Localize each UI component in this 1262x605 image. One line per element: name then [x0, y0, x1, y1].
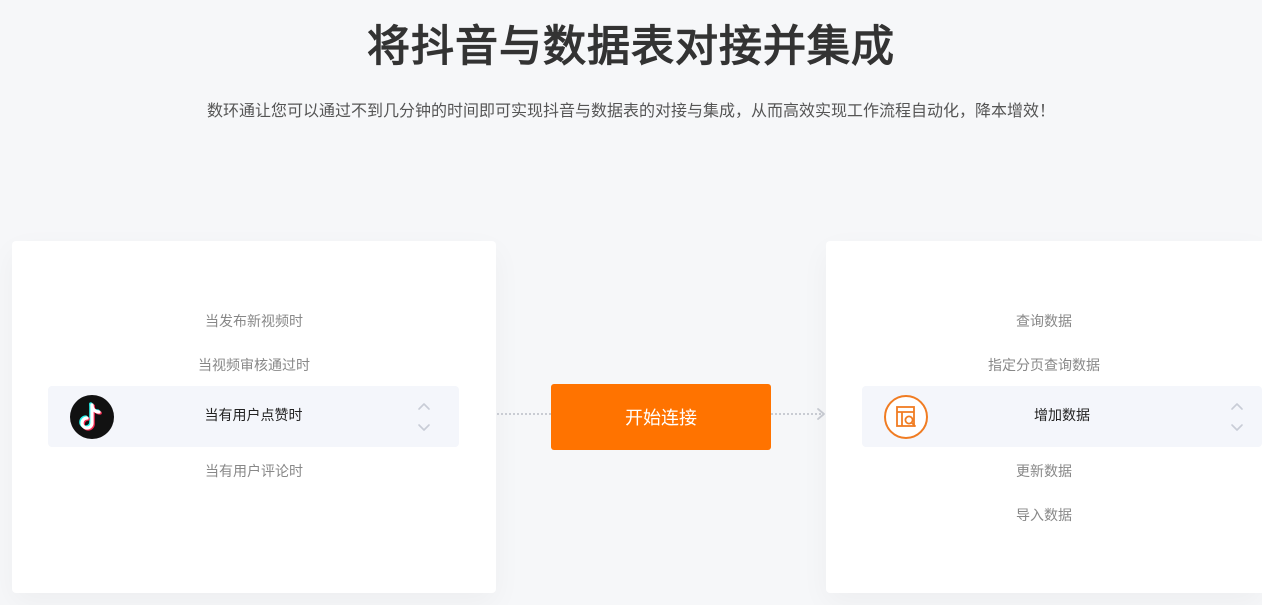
trigger-option[interactable]: 当发布新视频时 — [12, 311, 496, 331]
action-option[interactable]: 指定分页查询数据 — [826, 355, 1262, 375]
action-selected-label: 增加数据 — [1034, 408, 1090, 424]
trigger-option[interactable]: 当视频审核通过时 — [12, 355, 496, 375]
action-panel: 查询数据 指定分页查询数据 增加数据 更新数据 导入数据 — [826, 241, 1262, 593]
chevron-updown-icon[interactable] — [417, 400, 431, 434]
start-connect-button[interactable]: 开始连接 — [551, 384, 771, 450]
action-option[interactable]: 更新数据 — [826, 461, 1262, 481]
action-option[interactable]: 导入数据 — [826, 505, 1262, 525]
action-selected-option[interactable]: 增加数据 — [862, 386, 1262, 447]
connector-line — [771, 413, 821, 415]
chevron-updown-icon[interactable] — [1230, 400, 1244, 434]
arrow-right-icon — [817, 408, 825, 420]
action-option[interactable]: 查询数据 — [826, 311, 1262, 331]
trigger-selected-option[interactable]: 当有用户点赞时 — [48, 386, 459, 447]
connector-line — [497, 413, 551, 415]
page-subtitle: 数环通让您可以通过不到几分钟的时间即可实现抖音与数据表的对接与集成，从而高效实现… — [206, 101, 1055, 120]
trigger-option[interactable]: 当有用户评论时 — [12, 461, 496, 481]
trigger-selected-label: 当有用户点赞时 — [204, 408, 303, 424]
trigger-panel: 当发布新视频时 当视频审核通过时 当有用户点赞时 当有用户评论时 — [12, 241, 496, 593]
page-title: 将抖音与数据表对接并集成 — [367, 22, 895, 72]
